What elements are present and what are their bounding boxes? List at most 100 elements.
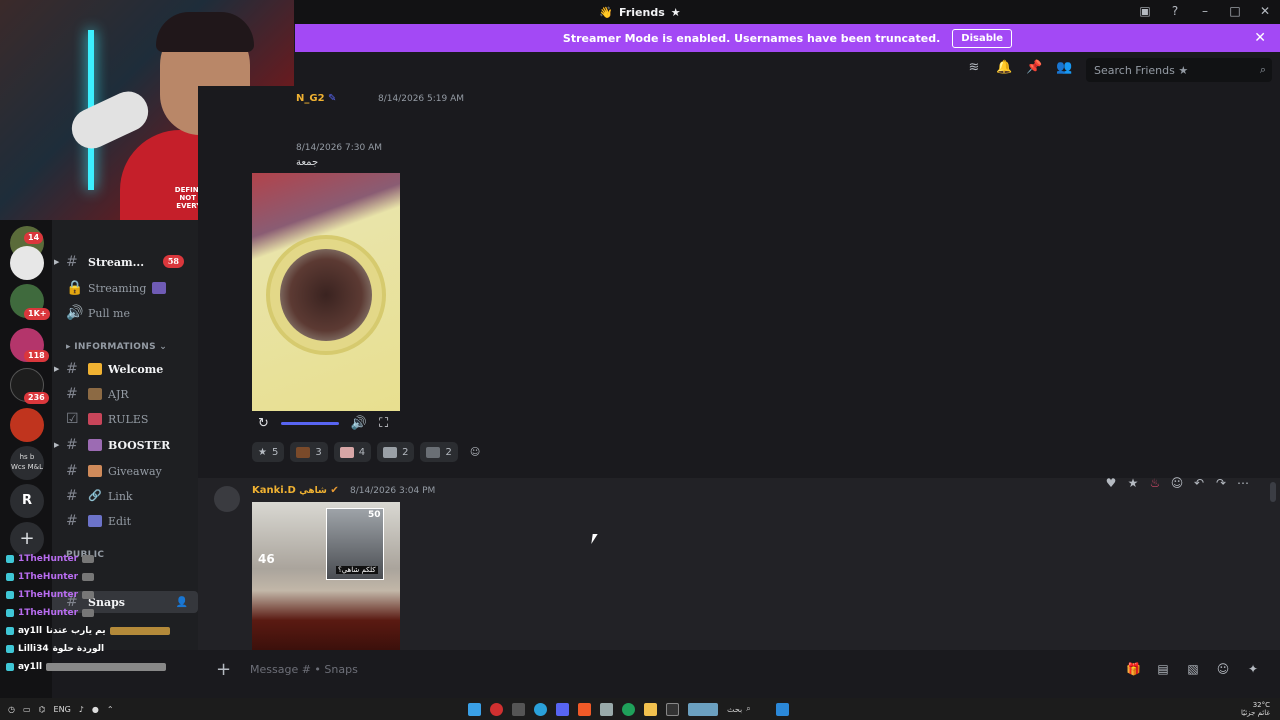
server-icon[interactable] [10,408,44,442]
volume-icon[interactable]: 🔊 [351,416,367,431]
channel-item[interactable]: 🔒 Streaming [52,277,198,299]
taskbar-search[interactable]: بحث ⌕ [727,704,767,714]
chevron-up-icon[interactable]: ⌃ [107,705,114,714]
message-author[interactable]: N_G2 ✎ [296,93,336,104]
app-icon[interactable] [600,702,613,716]
help-icon[interactable]: ? [1168,4,1182,18]
close-banner-icon[interactable]: ✕ [1254,30,1266,46]
app-icon[interactable] [490,702,503,716]
search-label: بحث [727,704,743,714]
app-icon[interactable] [512,702,525,716]
weather-widget[interactable]: 32°C غائم جزئيًا [1241,701,1270,717]
author-tag: شاهي [299,486,327,496]
language-indicator[interactable]: ENG [54,705,71,714]
message-text: جمعة [296,157,319,168]
app-icon[interactable] [688,702,718,716]
add-reaction-icon[interactable]: ☺ [1170,476,1184,490]
message-timestamp: 8/14/2026 3:04 PM [350,486,436,496]
message-actions: ♥ ★ ♨ ☺ ↶ ↷ ⋯ [1104,472,1250,494]
server-abbrev: hs b [19,453,35,461]
emoji-reaction-icon[interactable]: ♨ [1148,476,1162,490]
emote-icon [82,609,95,617]
search-box[interactable]: Search Friends ★ ⌕ [1086,58,1272,82]
app-icon[interactable] [468,702,481,716]
search-icon: ⌕ [1259,63,1266,76]
pin-icon[interactable]: 📌 [1026,60,1042,76]
reaction-chip[interactable]: 2 [420,442,458,462]
overlay-username: 1TheHunter [18,572,79,582]
mic-icon[interactable]: ● [92,705,99,714]
avatar[interactable] [214,486,240,512]
add-reaction-button[interactable]: ☺ [464,442,486,462]
bell-icon[interactable]: 🔔 [996,60,1012,76]
reaction-chip[interactable]: 4 [333,442,372,462]
members-icon[interactable]: 👥 [1056,60,1072,76]
gift-icon[interactable]: 🎁 [1126,662,1141,676]
folder-icon[interactable] [644,702,657,716]
reaction-chip[interactable]: 3 [290,442,328,462]
star-icon[interactable]: ★ [1126,476,1140,490]
replay-icon[interactable]: ↻ [258,416,269,431]
reply-icon[interactable]: ↶ [1192,476,1206,490]
channel-item[interactable]: ▶ # Stream... 58 [52,251,198,273]
channel-item[interactable]: # 🔗 Link [52,485,198,507]
star-icon: ★ [670,5,681,19]
channel-emoji-icon [152,282,167,294]
emoji-icon[interactable]: ☺ [1216,662,1230,676]
channel-label: Giveaway [108,464,162,478]
server-folder[interactable]: hs b Wcs M&L [10,446,44,480]
scrollbar[interactable] [1270,482,1276,502]
server-icon[interactable] [10,246,44,280]
channel-label: AJR [108,387,129,401]
badge-icon [6,627,14,635]
threads-icon[interactable]: ≋ [966,60,982,76]
fullscreen-icon[interactable]: ⛶ [379,416,388,431]
inbox-icon[interactable]: ▣ [1138,4,1152,18]
channel-item[interactable]: # AJR [52,383,198,405]
overlay-message: الوردة حلوة [52,644,105,654]
start-icon[interactable] [776,702,789,716]
stream-chat-overlay: 1TheHunter 1TheHunter 1TheHunter 1TheHun… [0,550,220,690]
server-letter-icon[interactable]: R [10,484,44,518]
pencil-icon: ✎ [328,93,337,104]
apps-icon[interactable]: ✦ [1246,662,1260,676]
reaction-chip[interactable]: 2 [377,442,415,462]
message-author[interactable]: Kanki.D شاهي ✔ [252,485,339,496]
volume-slider[interactable] [280,421,339,425]
message-composer: + 🎁 ▤ ▧ ☺ ✦ [206,656,1272,682]
gif-icon[interactable]: ▤ [1156,662,1170,676]
more-icon[interactable]: ⋯ [1236,476,1250,490]
volume-icon[interactable]: ♪ [79,705,84,714]
streamer-hair [156,12,254,52]
windows-taskbar: ◷ ▭ ⌬ ENG ♪ ● ⌃ بحث ⌕ 32°C غائم جزئيًا [0,698,1280,720]
reaction-chip[interactable]: ★ 5 [252,442,285,462]
sticker-icon[interactable]: ▧ [1186,662,1200,676]
minimize-button[interactable]: – [1198,4,1212,18]
telegram-icon[interactable] [534,702,547,716]
channel-item[interactable]: # Edit [52,510,198,532]
channel-item[interactable]: 🔊 Pull me [52,302,198,324]
app-icon[interactable] [666,702,679,716]
lock-icon: 🔒 [66,280,84,296]
close-window-button[interactable]: ✕ [1258,4,1272,18]
edge-icon[interactable] [622,702,635,716]
message-input[interactable] [250,662,1110,676]
channel-item[interactable]: ▶ # BOOSTER [52,434,198,456]
disable-streamer-mode-button[interactable]: Disable [952,28,1013,48]
channel-item[interactable]: ☑ RULES [52,408,198,430]
maximize-button[interactable]: □ [1228,4,1242,18]
message-attachment-image[interactable] [252,173,400,411]
forward-icon[interactable]: ↷ [1214,476,1228,490]
channel-item[interactable]: # Giveaway [52,460,198,482]
brave-icon[interactable] [578,702,591,716]
image-caption: كلكم شاهي؟ [336,566,378,574]
link-icon: 🔗 [88,489,102,502]
discord-icon[interactable] [556,702,569,716]
reaction-count: 2 [402,446,409,458]
message-attachment-image[interactable]: 46 50 كلكم شاهي؟ [252,502,400,650]
category-header[interactable]: ▸ INFORMATIONS ⌄ [66,342,167,352]
add-reaction-icon: ☺ [469,446,481,458]
heart-icon[interactable]: ♥ [1104,476,1118,490]
channel-item[interactable]: ▶ # Welcome [52,358,198,380]
attach-plus-icon[interactable]: + [216,659,231,680]
